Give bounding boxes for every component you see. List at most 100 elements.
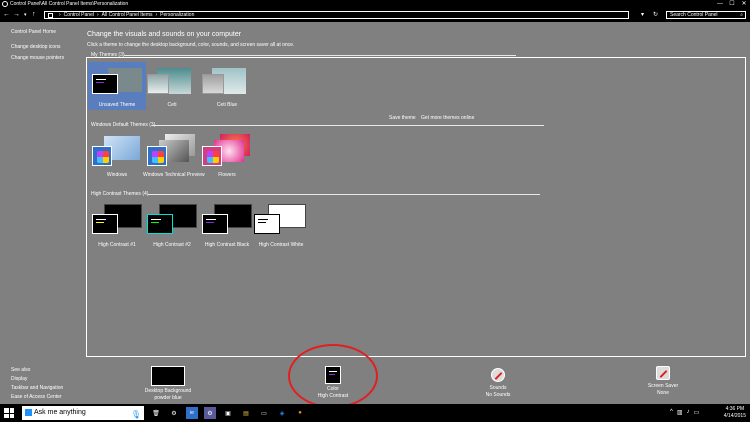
theme-color-swatch	[147, 74, 169, 94]
terminal-icon[interactable]: ▣	[222, 407, 234, 419]
sounds-label: Sounds	[489, 385, 507, 391]
browser-app-icon[interactable]: ie	[186, 407, 198, 419]
theme-label: Unsaved Theme	[98, 102, 136, 108]
network-icon[interactable]: ▥	[677, 409, 683, 416]
theme-high-contrast-1[interactable]: High Contrast #1	[88, 202, 146, 248]
control-panel-crumb-icon	[48, 12, 53, 18]
recent-dropdown-icon[interactable]: ▾	[24, 11, 27, 19]
search-placeholder: Search Control Panel	[670, 12, 718, 18]
settings-gear-icon[interactable]: ⚙	[204, 407, 216, 419]
taskbar-navigation-link[interactable]: Taskbar and Navigation	[11, 385, 63, 391]
clock-date: 4/14/2015	[723, 413, 746, 419]
file-explorer-icon[interactable]: ▤	[240, 407, 252, 419]
see-also-heading: See also	[11, 367, 31, 373]
desktop-background-label: Desktop Background	[144, 388, 192, 394]
display-link[interactable]: Display	[11, 376, 63, 382]
title-bar: Control Panel\All Control Panel Items\Pe…	[0, 0, 750, 8]
ease-of-access-link[interactable]: Ease of Access Center	[11, 394, 63, 400]
theme-color-swatch	[92, 74, 118, 94]
volume-icon[interactable]: ♪	[687, 409, 690, 416]
cortana-icon	[25, 409, 32, 416]
theme-ceti[interactable]: Ceti	[143, 62, 201, 108]
search-input[interactable]: Search Control Panel ⌕	[666, 11, 746, 19]
up-arrow-icon[interactable]: ↑	[32, 11, 36, 19]
windows-flag-icon	[92, 146, 112, 166]
my-themes-header: My Themes (3)	[91, 52, 125, 58]
theme-high-contrast-black[interactable]: High Contrast Black	[198, 202, 256, 248]
refresh-icon[interactable]: ↻	[653, 11, 658, 19]
left-nav: Control Panel Home Change desktop icons …	[11, 29, 81, 66]
my-themes-divider	[124, 55, 516, 56]
theme-label: High Contrast White	[258, 242, 304, 248]
clock[interactable]: 4:36 PM 4/14/2015	[724, 406, 746, 420]
page-title: Change the visuals and sounds on your co…	[87, 31, 242, 38]
theme-color-swatch	[92, 214, 118, 234]
theme-label: High Contrast Black	[204, 242, 250, 248]
high-contrast-header: High Contrast Themes (4)	[91, 191, 149, 197]
change-mouse-pointers-link[interactable]: Change mouse pointers	[11, 55, 81, 61]
chevron-up-icon[interactable]: ^	[670, 409, 673, 416]
screen-saver-label: Screen Saver	[647, 383, 679, 389]
app-icon[interactable]: ⚙	[168, 407, 180, 419]
chevron-right-icon[interactable]: ›	[97, 12, 99, 18]
theme-ceti-blue[interactable]: Ceti Blue	[198, 62, 256, 108]
breadcrumb[interactable]: › Control Panel › All Control Panel Item…	[44, 11, 629, 19]
windows-flag-icon	[202, 146, 222, 166]
forward-arrow-icon[interactable]: →	[13, 11, 20, 19]
windows-start-icon[interactable]	[4, 408, 14, 418]
minimize-button[interactable]: —	[714, 0, 726, 8]
sounds-value: No Sounds	[485, 392, 511, 398]
theme-label: Flowers	[218, 172, 236, 178]
screen-saver-value: None	[657, 390, 669, 396]
theme-windows[interactable]: Windows	[88, 132, 146, 178]
recycle-bin-icon[interactable]: 🗑	[150, 407, 162, 419]
system-tray: ^ ▥ ♪ ▭	[670, 409, 699, 416]
default-themes-header: Windows Default Themes (3)	[91, 122, 156, 128]
theme-flowers[interactable]: Flowers	[198, 132, 256, 178]
search-icon: ⌕	[740, 12, 743, 18]
theme-high-contrast-white[interactable]: High Contrast White	[250, 202, 312, 248]
theme-high-contrast-2[interactable]: High Contrast #2	[143, 202, 201, 248]
crumb-personalization[interactable]: Personalization	[160, 12, 194, 18]
screen-saver-setting[interactable]: Screen Saver None	[628, 366, 698, 397]
taskbar: Ask me anything 🎙 🗑 ⚙ ie ⚙ ▣ ▤ ▭ ◈ ● ^ ▥…	[0, 404, 750, 422]
save-theme-link[interactable]: Save theme	[389, 115, 416, 121]
theme-label: Ceti Blue	[216, 102, 238, 108]
theme-unsaved[interactable]: Unsaved Theme	[88, 62, 146, 110]
high-contrast-divider	[148, 194, 540, 195]
crumb-all-items[interactable]: All Control Panel Items	[102, 12, 153, 18]
highlight-annotation	[288, 344, 378, 408]
notification-icon[interactable]: ▭	[694, 409, 700, 416]
close-button[interactable]: ✕	[738, 0, 750, 8]
control-panel-home-link[interactable]: Control Panel Home	[11, 29, 81, 35]
cortana-search-text: Ask me anything	[34, 409, 86, 416]
window-title: Control Panel\All Control Panel Items\Pe…	[10, 1, 129, 7]
chevron-right-icon[interactable]: ›	[59, 12, 61, 18]
theme-color-swatch	[254, 214, 280, 234]
clock-time: 4:36 PM	[725, 406, 745, 412]
sounds-setting[interactable]: Sounds No Sounds	[463, 368, 533, 399]
windows-flag-icon	[147, 146, 167, 166]
microphone-icon[interactable]: 🎙	[131, 408, 141, 422]
window-icon[interactable]: ▭	[258, 407, 270, 419]
get-more-themes-link[interactable]: Get more themes online	[421, 115, 474, 121]
desktop-background-setting[interactable]: Desktop Background powder blue	[133, 366, 203, 402]
cortana-search-box[interactable]: Ask me anything 🎙	[22, 406, 144, 420]
crumb-control-panel[interactable]: Control Panel	[64, 12, 94, 18]
see-also-section: See also Display Taskbar and Navigation …	[11, 367, 63, 403]
desktop-background-thumbnail	[151, 366, 185, 386]
change-desktop-icons-link[interactable]: Change desktop icons	[11, 44, 81, 50]
firefox-icon[interactable]: ●	[294, 407, 306, 419]
back-arrow-icon[interactable]: ←	[3, 11, 10, 19]
theme-windows-technical-preview[interactable]: Windows Technical Preview	[143, 132, 205, 178]
chevron-right-icon[interactable]: ›	[156, 12, 158, 18]
maximize-button[interactable]: ☐	[726, 0, 738, 8]
theme-color-swatch	[147, 214, 173, 234]
theme-label: Windows Technical Preview	[143, 172, 205, 178]
address-bar: ← → ▾ ↑ › Control Panel › All Control Pa…	[0, 8, 750, 22]
store-icon[interactable]: ◈	[276, 407, 288, 419]
default-themes-divider	[152, 125, 544, 126]
theme-color-swatch	[202, 214, 228, 234]
theme-label: Ceti	[167, 102, 177, 108]
address-dropdown-icon[interactable]: ▾	[641, 11, 644, 19]
